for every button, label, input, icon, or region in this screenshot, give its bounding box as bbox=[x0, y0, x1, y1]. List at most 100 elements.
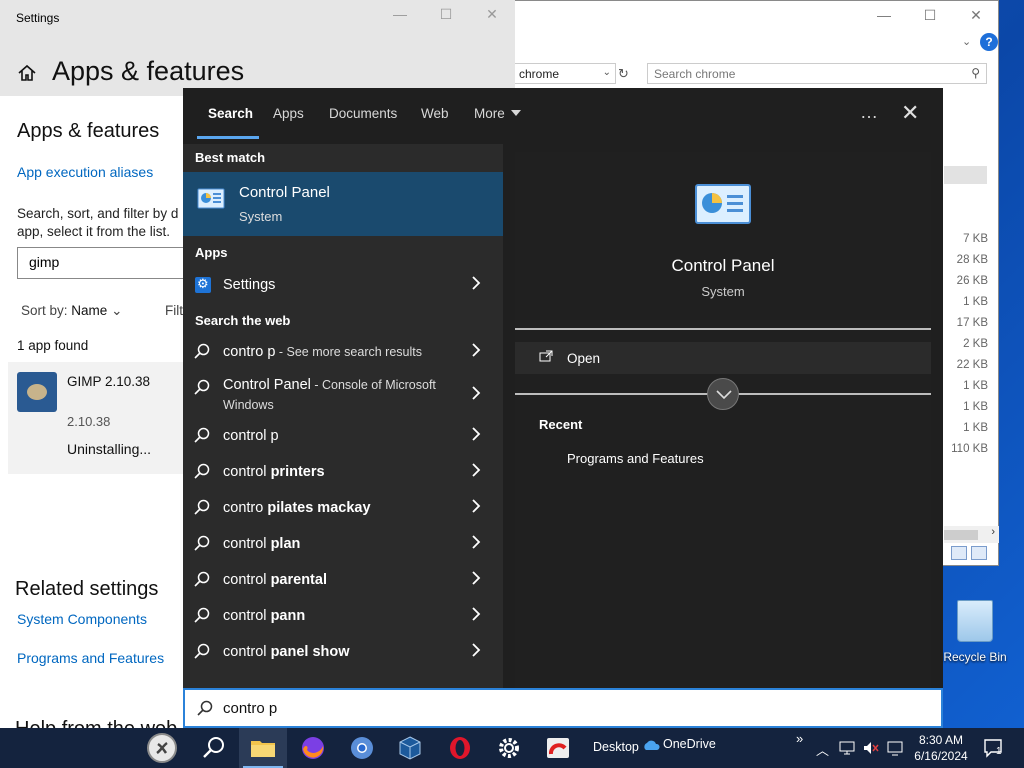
app-result-settings[interactable]: Settings bbox=[183, 268, 503, 304]
expand-button[interactable] bbox=[707, 378, 739, 410]
recycle-bin[interactable]: Recycle Bin bbox=[942, 600, 1008, 664]
horizontal-scrollbar[interactable]: › bbox=[944, 526, 999, 543]
search-query: contro p bbox=[223, 700, 278, 717]
chevron-right-icon bbox=[472, 535, 481, 549]
web-result-item[interactable]: contro p - See more search results bbox=[183, 335, 503, 371]
search-box[interactable]: contro p bbox=[183, 688, 943, 728]
maximize-icon[interactable]: ☐ bbox=[433, 6, 459, 23]
volume-muted-icon[interactable] bbox=[862, 740, 880, 756]
web-result-text: Control Panel - Console of Microsoft Win… bbox=[223, 375, 453, 415]
web-result-main: control bbox=[223, 464, 271, 480]
control-panel-taskbar-icon[interactable] bbox=[544, 734, 572, 762]
web-result-item[interactable]: control parental bbox=[183, 563, 503, 599]
scroll-right-icon[interactable]: › bbox=[991, 526, 995, 538]
search-icon[interactable] bbox=[200, 734, 228, 762]
scrollbar-thumb[interactable] bbox=[944, 530, 978, 540]
filter-dropdown[interactable]: Filt bbox=[165, 303, 183, 318]
related-settings-title: Related settings bbox=[15, 578, 159, 600]
open-label: Open bbox=[567, 351, 601, 366]
best-match-result[interactable]: Control Panel System bbox=[183, 172, 503, 236]
web-result-item[interactable]: control printers bbox=[183, 455, 503, 491]
minimize-icon[interactable]: — bbox=[387, 6, 413, 22]
toolbar-overflow-icon[interactable]: » bbox=[796, 731, 803, 746]
close-icon[interactable]: ✕ bbox=[901, 100, 919, 126]
start-logo-icon[interactable] bbox=[146, 732, 178, 764]
control-panel-icon bbox=[197, 188, 225, 209]
section-title: Apps & features bbox=[17, 120, 160, 142]
search-icon bbox=[194, 379, 210, 395]
web-result-text: control pann bbox=[223, 608, 305, 624]
close-icon[interactable]: ✕ bbox=[479, 6, 505, 23]
firefox-icon[interactable] bbox=[299, 734, 327, 762]
chromium-icon[interactable] bbox=[348, 734, 376, 762]
sort-value: Name bbox=[71, 303, 108, 318]
settings-gear-icon[interactable] bbox=[495, 734, 523, 762]
network-icon[interactable] bbox=[838, 740, 856, 756]
refresh-icon[interactable]: ↻ bbox=[618, 63, 634, 84]
sort-dropdown[interactable]: Sort by: Name ⌄ bbox=[21, 303, 122, 319]
taskbar: Desktop OneDrive » ︿ 8:30 AM 6/16/2024 1 bbox=[0, 728, 1024, 768]
file-size-column: 7 KB 28 KB 26 KB 1 KB 17 KB 2 KB 22 KB 1 KB 1 KB… bbox=[943, 229, 988, 460]
search-icon bbox=[194, 463, 210, 479]
control-panel-large-icon bbox=[695, 184, 751, 224]
search-icon bbox=[194, 607, 210, 623]
web-result-bold: printers bbox=[270, 464, 325, 480]
web-result-description: - See more search results bbox=[275, 345, 422, 359]
app-search-input[interactable]: gimp bbox=[17, 247, 197, 279]
display-icon[interactable] bbox=[886, 740, 904, 756]
web-result-main: control bbox=[223, 572, 271, 588]
file-size: 1 KB bbox=[963, 422, 988, 434]
tab-web[interactable]: Web bbox=[421, 106, 449, 121]
tab-documents[interactable]: Documents bbox=[329, 106, 397, 121]
opera-icon[interactable] bbox=[446, 734, 474, 762]
explorer-search-input[interactable]: Search chrome ⚲ bbox=[647, 63, 987, 84]
app-result-label: Settings bbox=[223, 277, 276, 293]
web-result-bold: pilates mackay bbox=[267, 500, 371, 516]
apps-description: Search, sort, and filter by d app, selec… bbox=[17, 205, 187, 241]
divider bbox=[515, 328, 931, 330]
chevron-down-icon[interactable]: ⌄ bbox=[962, 35, 971, 48]
tab-more[interactable]: More bbox=[474, 106, 521, 121]
chevron-down-icon[interactable]: ⌄ bbox=[603, 67, 611, 78]
help-icon[interactable]: ? bbox=[980, 33, 998, 51]
file-size: 1 KB bbox=[963, 401, 988, 413]
search-icon: ⚲ bbox=[971, 66, 980, 80]
start-search-flyout[interactable]: Search Apps Documents Web More … ✕ Best … bbox=[183, 88, 943, 728]
home-icon[interactable] bbox=[16, 62, 38, 84]
onedrive-toolbar-label[interactable]: OneDrive bbox=[663, 737, 716, 751]
show-hidden-icons-icon[interactable]: ︿ bbox=[816, 740, 829, 759]
web-result-item[interactable]: control panel show bbox=[183, 635, 503, 671]
desktop-toolbar-label[interactable]: Desktop bbox=[593, 740, 639, 754]
search-icon bbox=[194, 643, 210, 659]
details-view-icon[interactable] bbox=[951, 546, 967, 560]
view-toggle[interactable] bbox=[951, 546, 991, 564]
virtualbox-icon[interactable] bbox=[396, 734, 424, 762]
column-header bbox=[944, 166, 987, 184]
web-result-item[interactable]: Control Panel - Console of Microsoft Win… bbox=[183, 371, 503, 419]
web-result-item[interactable]: control plan bbox=[183, 527, 503, 563]
more-options-icon[interactable]: … bbox=[860, 102, 879, 123]
programs-and-features-link[interactable]: Programs and Features bbox=[17, 650, 164, 666]
web-result-item[interactable]: contro pilates mackay bbox=[183, 491, 503, 527]
chevron-right-icon bbox=[472, 499, 481, 513]
explorer-search-placeholder: Search chrome bbox=[654, 67, 736, 81]
gimp-icon bbox=[17, 372, 57, 412]
large-icons-view-icon[interactable] bbox=[971, 546, 987, 560]
description-line: app, select it from the list. bbox=[17, 224, 171, 239]
address-bar[interactable]: chrome ⌄ bbox=[514, 63, 616, 84]
page-title: Apps & features bbox=[52, 56, 245, 86]
web-result-text: contro p - See more search results bbox=[223, 344, 422, 360]
tab-apps[interactable]: Apps bbox=[273, 106, 304, 121]
web-result-item[interactable]: control pann bbox=[183, 599, 503, 635]
system-components-link[interactable]: System Components bbox=[17, 611, 147, 627]
close-icon[interactable]: ✕ bbox=[964, 7, 988, 24]
maximize-icon[interactable]: ☐ bbox=[918, 7, 942, 24]
recent-item-programs-and-features[interactable]: Programs and Features bbox=[567, 451, 704, 466]
open-action[interactable]: Open bbox=[515, 342, 931, 374]
tab-search[interactable]: Search bbox=[208, 106, 253, 121]
app-list-item[interactable]: GIMP 2.10.38 2.10.38 Uninstalling... bbox=[8, 362, 198, 474]
system-clock[interactable]: 8:30 AM 6/16/2024 bbox=[908, 732, 974, 764]
app-execution-aliases-link[interactable]: App execution aliases bbox=[17, 164, 153, 180]
minimize-icon[interactable]: — bbox=[872, 7, 896, 23]
web-result-item[interactable]: control p bbox=[183, 419, 503, 455]
